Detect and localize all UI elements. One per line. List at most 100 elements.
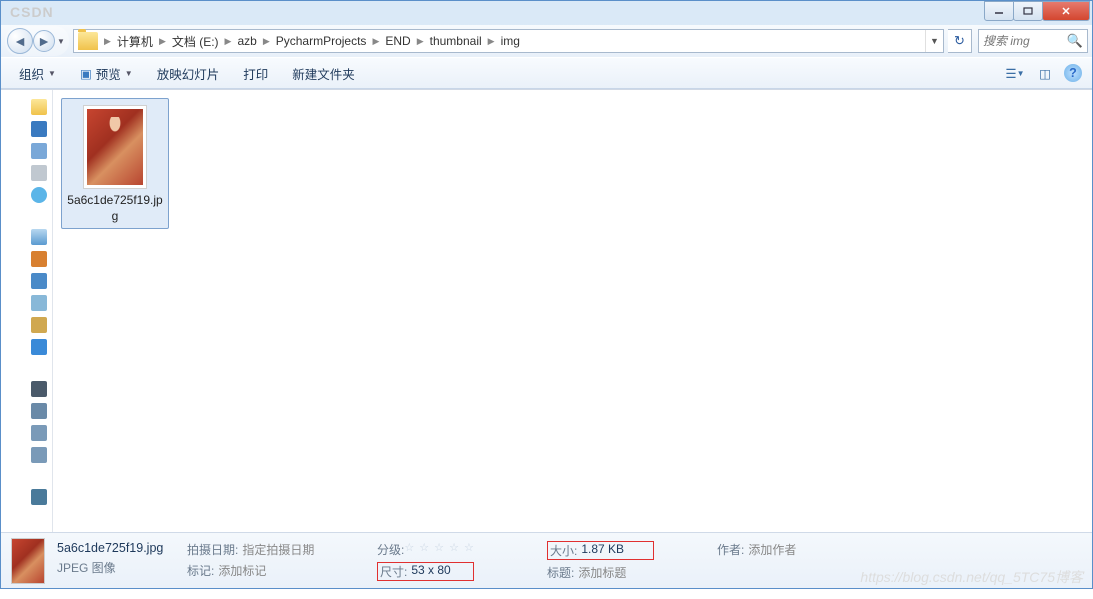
author-label: 作者:: [717, 541, 744, 558]
search-input[interactable]: [983, 34, 1067, 48]
search-icon[interactable]: 🔍: [1067, 33, 1083, 49]
watermark-bottom: https://blog.csdn.net/qq_5TC75博客: [860, 567, 1083, 587]
navigation-sidebar: [1, 90, 53, 532]
downloads-icon: [31, 317, 47, 333]
video-icon: [31, 251, 47, 267]
view-options-button[interactable]: ☰ ▼: [1004, 62, 1026, 84]
preview-icon: ▣: [80, 66, 92, 81]
sidebar-item[interactable]: [1, 422, 52, 444]
documents-icon: [31, 295, 47, 311]
sidebar-item[interactable]: [1, 162, 52, 184]
cloud-icon: [31, 187, 47, 203]
minimize-button[interactable]: [984, 1, 1014, 21]
details-thumbnail: [11, 538, 45, 584]
sidebar-item[interactable]: [1, 336, 52, 358]
breadcrumb-item[interactable]: PycharmProjects: [272, 34, 371, 48]
help-button[interactable]: ?: [1064, 64, 1082, 82]
nav-buttons: ◄ ► ▼: [5, 26, 69, 56]
refresh-button[interactable]: ↻: [948, 29, 972, 53]
file-list-pane[interactable]: 5a6c1de725f19.jpg: [53, 90, 1092, 532]
breadcrumb-item[interactable]: img: [497, 34, 524, 48]
drive-icon: [31, 447, 47, 463]
title-label: 标题:: [547, 564, 574, 581]
breadcrumb-separator[interactable]: ▶: [415, 36, 426, 47]
search-box[interactable]: 🔍: [978, 29, 1088, 53]
breadcrumb-separator[interactable]: ▶: [370, 36, 381, 47]
tags-value[interactable]: 添加标记: [218, 562, 266, 579]
explorer-window: ◄ ► ▼ ▶ 计算机 ▶ 文档 (E:) ▶ azb ▶ PycharmPro…: [0, 0, 1093, 589]
breadcrumb-item[interactable]: azb: [233, 34, 260, 48]
window-controls: [985, 1, 1090, 21]
computer-icon: [31, 381, 47, 397]
address-bar[interactable]: ▶ 计算机 ▶ 文档 (E:) ▶ azb ▶ PycharmProjects …: [73, 29, 944, 53]
chevron-down-icon: ▼: [125, 69, 133, 78]
drive-icon: [31, 403, 47, 419]
close-button[interactable]: [1042, 1, 1090, 21]
tags-label: 标记:: [187, 562, 214, 579]
dimensions-label: 尺寸:: [380, 563, 407, 580]
size-value: 1.87 KB: [581, 542, 624, 559]
details-filetype: JPEG 图像: [57, 559, 187, 576]
date-value[interactable]: 指定拍摄日期: [242, 541, 314, 558]
breadcrumb-separator[interactable]: ▶: [261, 36, 272, 47]
preview-menu[interactable]: ▣ 预览 ▼: [72, 60, 141, 87]
sidebar-item[interactable]: [1, 444, 52, 466]
nav-history-dropdown[interactable]: ▼: [55, 37, 67, 46]
recent-icon: [31, 165, 47, 181]
breadcrumb-separator[interactable]: ▶: [157, 36, 168, 47]
breadcrumb-separator[interactable]: ▶: [223, 36, 234, 47]
author-value[interactable]: 添加作者: [748, 541, 796, 558]
breadcrumb-separator[interactable]: ▶: [102, 36, 113, 47]
size-highlight: 大小:1.87 KB: [547, 541, 654, 560]
rating-stars[interactable]: ☆ ☆ ☆ ☆ ☆: [404, 541, 475, 558]
breadcrumb-item[interactable]: END: [381, 34, 414, 48]
maximize-button[interactable]: [1013, 1, 1043, 21]
print-button[interactable]: 打印: [235, 60, 276, 87]
sidebar-item[interactable]: [1, 314, 52, 336]
folder-icon: [31, 99, 47, 115]
slideshow-button[interactable]: 放映幻灯片: [149, 60, 228, 87]
organize-label: 组织: [19, 64, 44, 83]
date-label: 拍摄日期:: [187, 541, 238, 558]
breadcrumb-item[interactable]: thumbnail: [426, 34, 486, 48]
file-item-selected[interactable]: 5a6c1de725f19.jpg: [61, 98, 169, 229]
folder-icon: [78, 32, 98, 50]
library-icon: [31, 229, 47, 245]
forward-button[interactable]: ►: [33, 30, 55, 52]
dimensions-value: 53 x 80: [411, 563, 450, 580]
network-icon: [31, 489, 47, 505]
sidebar-item[interactable]: [1, 184, 52, 206]
content-area: 5a6c1de725f19.jpg: [1, 89, 1092, 532]
drive-icon: [31, 425, 47, 441]
sidebar-item[interactable]: [1, 226, 52, 248]
preview-pane-button[interactable]: ◫: [1034, 62, 1056, 84]
sidebar-item[interactable]: [1, 118, 52, 140]
sidebar-item[interactable]: [1, 292, 52, 314]
dimensions-highlight: 尺寸:53 x 80: [377, 562, 474, 581]
file-name-label: 5a6c1de725f19.jpg: [66, 193, 164, 224]
music-icon: [31, 339, 47, 355]
title-value[interactable]: 添加标题: [578, 564, 626, 581]
breadcrumb-separator[interactable]: ▶: [486, 36, 497, 47]
downloads-icon: [31, 143, 47, 159]
sidebar-item[interactable]: [1, 270, 52, 292]
pictures-icon: [31, 273, 47, 289]
new-folder-button[interactable]: 新建文件夹: [284, 60, 363, 87]
sidebar-item[interactable]: [1, 378, 52, 400]
back-button[interactable]: ◄: [7, 28, 33, 54]
preview-label: 预览: [96, 64, 121, 83]
sidebar-item[interactable]: [1, 486, 52, 508]
sidebar-item[interactable]: [1, 248, 52, 270]
file-thumbnail: [83, 105, 147, 189]
breadcrumb-item[interactable]: 计算机: [113, 33, 157, 50]
address-dropdown[interactable]: ▼: [925, 30, 943, 52]
desktop-icon: [31, 121, 47, 137]
sidebar-item[interactable]: [1, 96, 52, 118]
watermark-top: CSDN: [10, 4, 54, 20]
sidebar-item[interactable]: [1, 140, 52, 162]
organize-menu[interactable]: 组织▼: [11, 60, 64, 87]
breadcrumb-item[interactable]: 文档 (E:): [168, 33, 223, 50]
title-bar: [1, 1, 1092, 25]
sidebar-item[interactable]: [1, 400, 52, 422]
details-filename: 5a6c1de725f19.jpg: [57, 541, 187, 555]
